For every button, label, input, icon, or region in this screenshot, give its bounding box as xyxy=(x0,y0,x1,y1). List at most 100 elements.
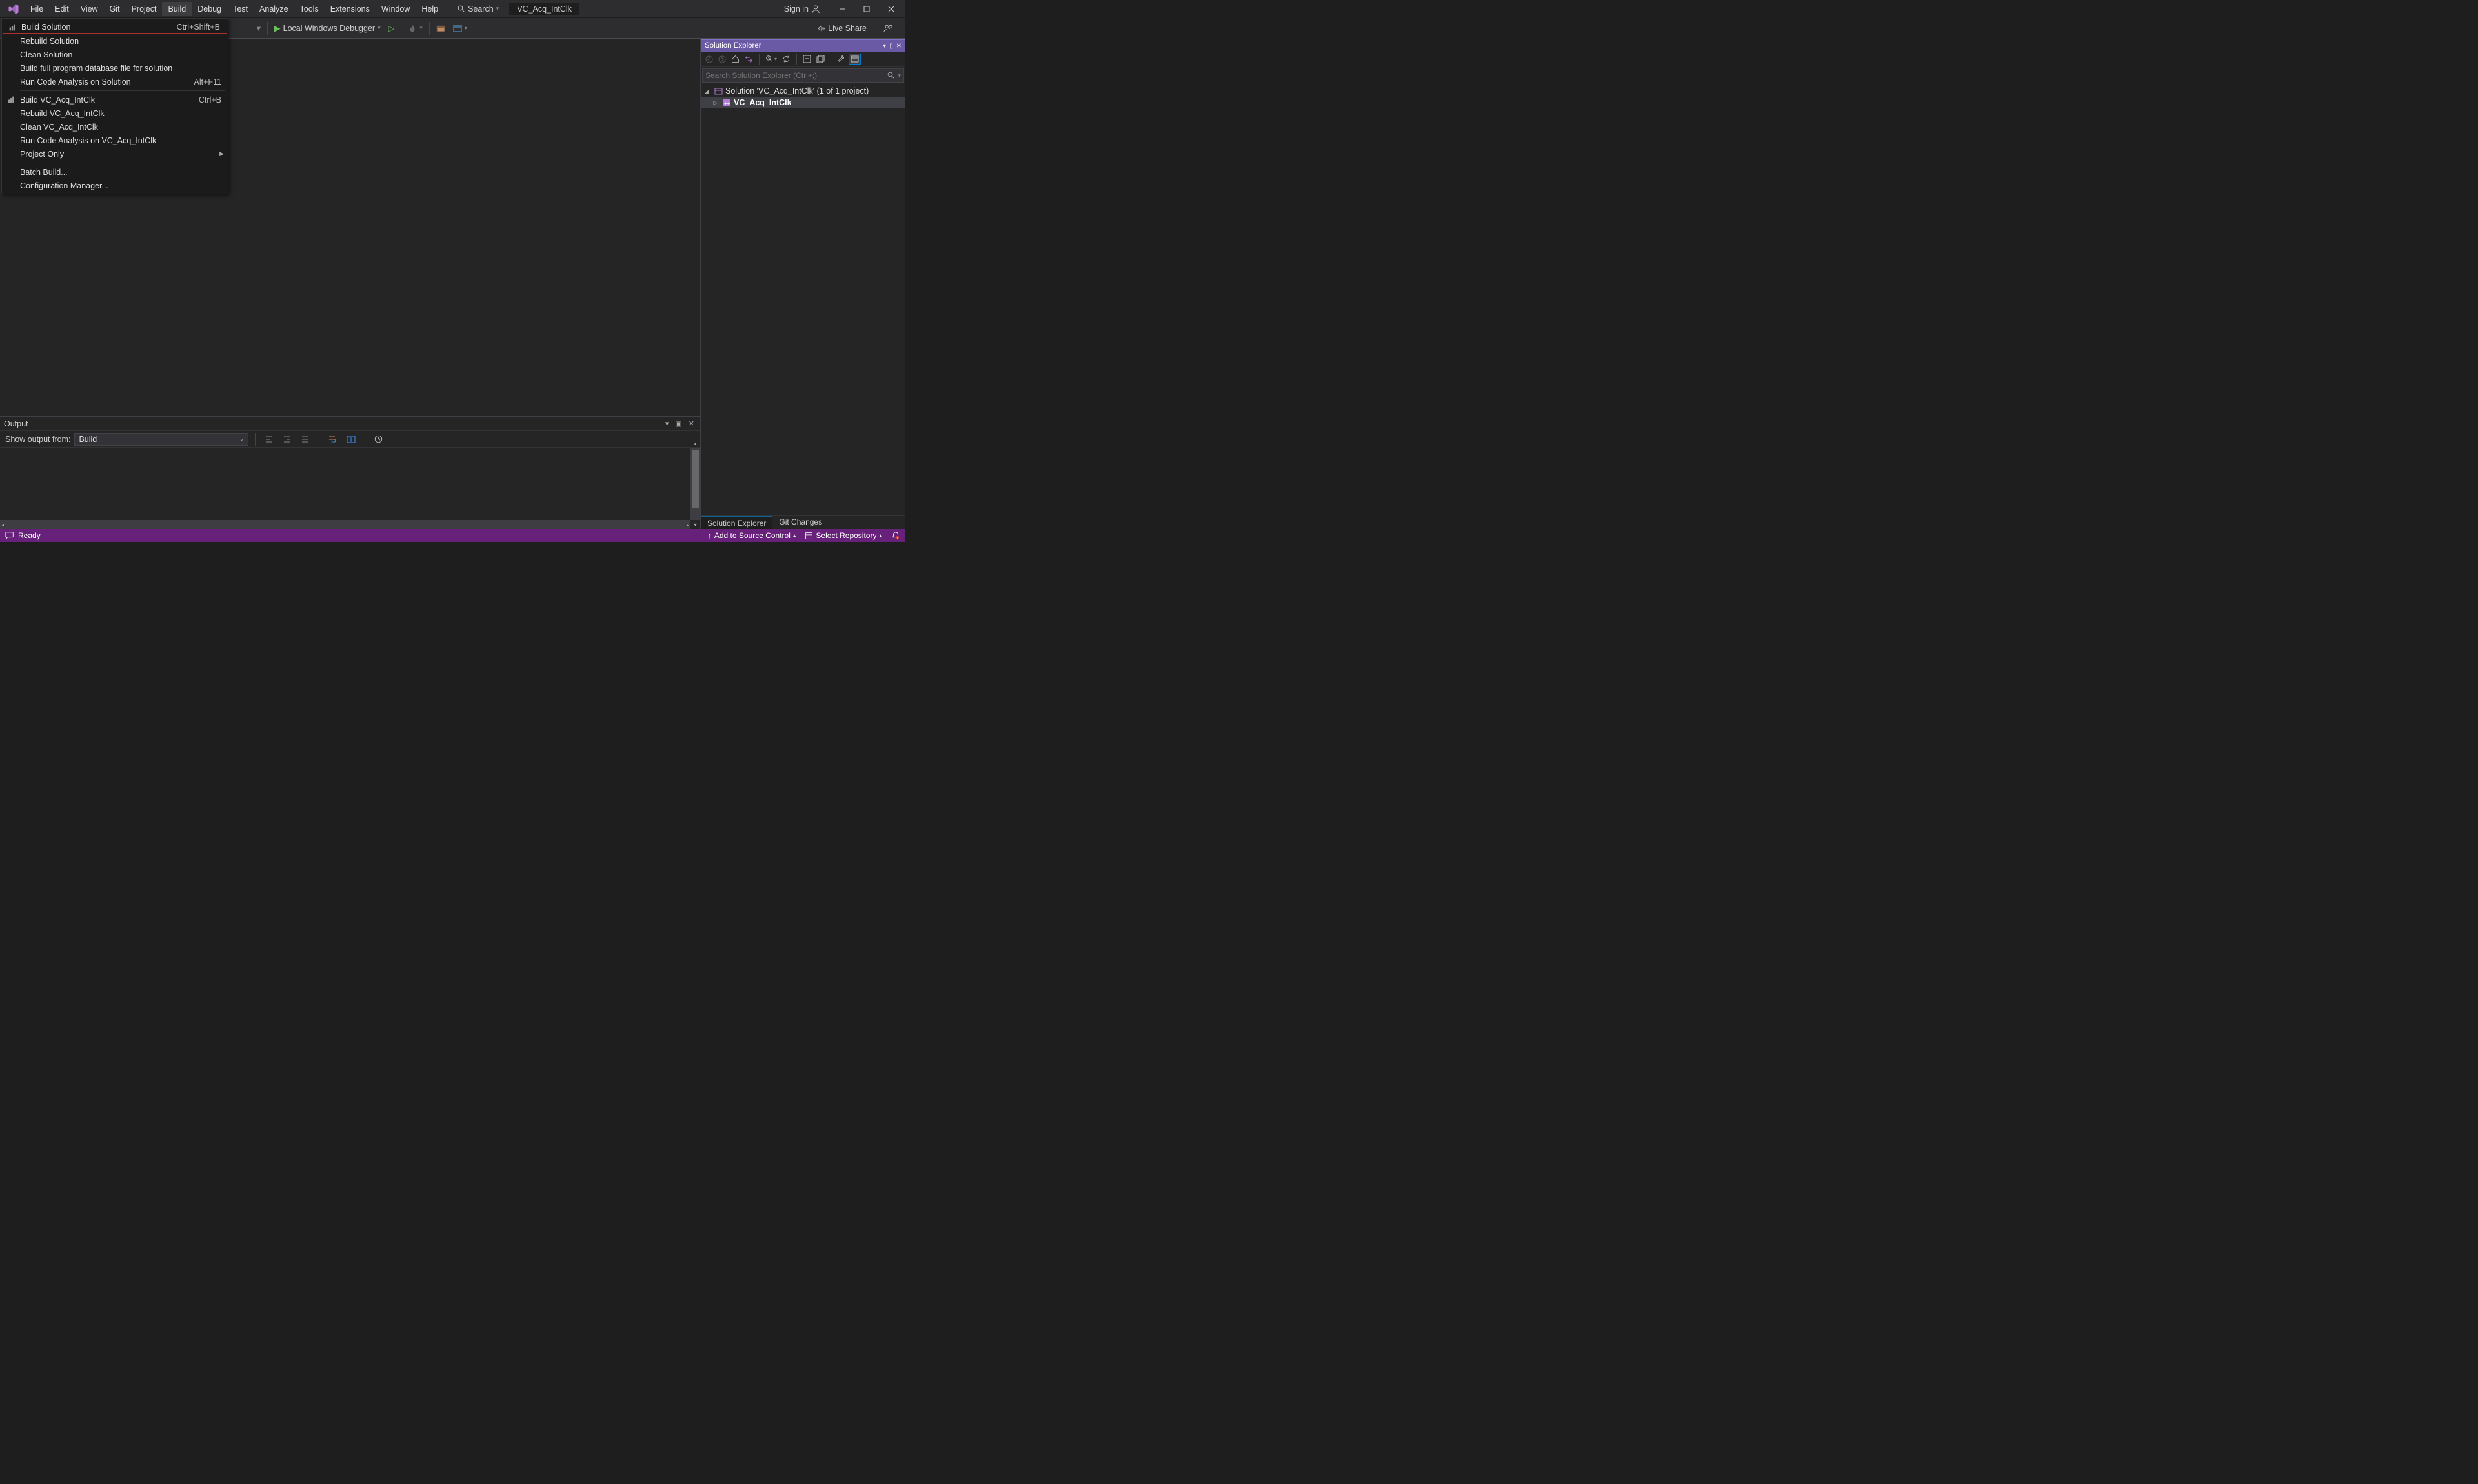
maximize-button[interactable] xyxy=(855,2,878,16)
menu-project[interactable]: Project xyxy=(126,2,163,16)
indent-left-icon xyxy=(265,436,274,443)
menu-build[interactable]: Build xyxy=(162,2,192,16)
upload-icon: ↑ xyxy=(708,531,712,540)
panel-dropdown-button[interactable]: ▾ xyxy=(883,43,886,50)
se-tab-git-changes[interactable]: Git Changes xyxy=(772,516,829,529)
se-showall-button[interactable] xyxy=(814,54,827,65)
toolbox-button2[interactable]: ▾ xyxy=(449,22,471,35)
expand-icon[interactable]: ◢ xyxy=(705,88,711,95)
expand-icon[interactable]: ▷ xyxy=(713,99,720,106)
feedback-button[interactable] xyxy=(880,22,896,35)
solution-explorer-title: Solution Explorer xyxy=(705,42,761,50)
live-share-label: Live Share xyxy=(828,24,867,33)
menu-extensions[interactable]: Extensions xyxy=(325,2,376,16)
tree-project-node[interactable]: ▷ ++ VC_Acq_IntClk xyxy=(701,97,905,108)
se-sync-button[interactable] xyxy=(780,54,792,65)
output-showprogram-button[interactable] xyxy=(344,434,358,445)
build-menu-item[interactable]: Build VC_Acq_IntClkCtrl+B xyxy=(2,93,228,106)
se-properties-button[interactable] xyxy=(835,54,847,65)
se-forward-button[interactable] xyxy=(716,54,728,65)
build-menu-item[interactable]: Clean Solution xyxy=(2,48,228,61)
person-feedback-icon xyxy=(883,24,892,33)
hot-reload-button[interactable]: ▾ xyxy=(404,22,427,35)
close-button[interactable] xyxy=(880,2,903,16)
menu-tools[interactable]: Tools xyxy=(294,2,325,16)
menu-item-label: Clean Solution xyxy=(19,50,224,59)
se-filter-button[interactable]: ▾ xyxy=(763,54,779,65)
se-search-input[interactable] xyxy=(705,71,887,80)
title-project: VC_Acq_IntClk xyxy=(509,3,579,15)
start-debugging-button[interactable]: ▶ Local Windows Debugger ▾ xyxy=(270,21,385,35)
menu-bar: FileEditViewGitProjectBuildDebugTestAnal… xyxy=(0,0,905,18)
panel-pin-button[interactable]: ▯ xyxy=(889,43,893,50)
menu-item-label: Clean VC_Acq_IntClk xyxy=(19,123,224,132)
home-icon xyxy=(731,55,740,63)
panel-dropdown-button[interactable]: ▾ xyxy=(663,419,671,428)
menu-help[interactable]: Help xyxy=(416,2,444,16)
chevron-down-icon: ▾ xyxy=(898,72,901,79)
build-menu-item[interactable]: Run Code Analysis on VC_Acq_IntClk xyxy=(2,134,228,147)
search-label: Search xyxy=(468,5,494,14)
minimize-button[interactable] xyxy=(831,2,854,16)
menu-item-label: Build full program database file for sol… xyxy=(19,64,224,73)
panel-close-button[interactable]: ✕ xyxy=(687,419,696,428)
platform-dropdown[interactable]: ▾ xyxy=(232,23,265,33)
start-without-debug-button[interactable]: ▷ xyxy=(385,21,399,35)
window-controls xyxy=(831,2,903,16)
se-back-button[interactable] xyxy=(703,54,715,65)
menu-git[interactable]: Git xyxy=(104,2,126,16)
menu-analyze[interactable]: Analyze xyxy=(254,2,294,16)
chevron-up-icon: ▴ xyxy=(879,532,882,539)
build-menu-item[interactable]: Configuration Manager... xyxy=(2,179,228,192)
se-tab-solution-explorer[interactable]: Solution Explorer xyxy=(701,516,772,529)
se-home-button[interactable] xyxy=(729,54,741,65)
output-text-area[interactable]: ▴ ▾ ◂▸ xyxy=(0,448,700,529)
output-source-dropdown[interactable]: Build ⌄ xyxy=(74,433,248,446)
menu-file[interactable]: File xyxy=(25,2,49,16)
build-menu-item[interactable]: Build SolutionCtrl+Shift+B xyxy=(3,21,227,34)
live-share-button[interactable]: Live Share xyxy=(812,22,871,35)
menu-edit[interactable]: Edit xyxy=(49,2,75,16)
output-goto-prev-button[interactable] xyxy=(262,434,276,445)
build-menu-item[interactable]: Rebuild VC_Acq_IntClk xyxy=(2,106,228,120)
output-goto-next-button[interactable] xyxy=(280,434,294,445)
solution-explorer-search[interactable]: ▾ xyxy=(702,68,904,83)
solution-explorer-header[interactable]: Solution Explorer ▾ ▯ ✕ xyxy=(701,39,905,52)
se-switch-views-button[interactable] xyxy=(743,54,755,65)
toolbox-button1[interactable] xyxy=(432,22,449,35)
panel-pin-button[interactable]: ▣ xyxy=(673,419,683,428)
build-menu-item[interactable]: Run Code Analysis on SolutionAlt+F11 xyxy=(2,75,228,88)
panel-close-button[interactable]: ✕ xyxy=(896,43,902,50)
menu-test[interactable]: Test xyxy=(227,2,254,16)
se-collapse-button[interactable] xyxy=(801,54,813,65)
search-icon xyxy=(458,5,465,13)
share-icon xyxy=(816,24,825,33)
output-clock-button[interactable] xyxy=(372,434,385,445)
solution-tree: ◢ Solution 'VC_Acq_IntClk' (1 of 1 proje… xyxy=(701,84,905,515)
select-repository-button[interactable]: Select Repository ▴ xyxy=(805,531,882,540)
menu-debug[interactable]: Debug xyxy=(192,2,227,16)
menu-window[interactable]: Window xyxy=(376,2,416,16)
output-clear-button[interactable] xyxy=(298,434,312,445)
status-ready: Ready xyxy=(18,531,41,540)
menu-item-shortcut: Ctrl+Shift+B xyxy=(177,23,223,32)
build-menu-item[interactable]: Build full program database file for sol… xyxy=(2,61,228,75)
build-icon xyxy=(5,23,20,32)
vertical-scrollbar[interactable]: ▴ ▾ xyxy=(690,448,700,520)
menu-item-label: Batch Build... xyxy=(19,168,224,177)
output-wordwrap-button[interactable] xyxy=(326,434,340,445)
se-preview-button[interactable] xyxy=(849,54,861,65)
horizontal-scrollbar[interactable]: ◂▸ xyxy=(0,520,690,529)
chevron-down-icon: ▾ xyxy=(496,5,499,12)
search-button[interactable]: Search ▾ xyxy=(452,3,504,15)
build-menu-item[interactable]: Clean VC_Acq_IntClk xyxy=(2,120,228,134)
menu-item-label: Build Solution xyxy=(20,23,177,32)
menu-view[interactable]: View xyxy=(75,2,104,16)
build-menu-item[interactable]: Project Only▶ xyxy=(2,147,228,161)
build-menu-item[interactable]: Rebuild Solution xyxy=(2,34,228,48)
tree-solution-node[interactable]: ◢ Solution 'VC_Acq_IntClk' (1 of 1 proje… xyxy=(701,85,905,97)
build-menu-item[interactable]: Batch Build... xyxy=(2,165,228,179)
notifications-button[interactable]: 1 xyxy=(891,531,900,540)
add-source-control-button[interactable]: ↑ Add to Source Control ▴ xyxy=(708,531,796,540)
sign-in-button[interactable]: Sign in xyxy=(779,2,825,16)
